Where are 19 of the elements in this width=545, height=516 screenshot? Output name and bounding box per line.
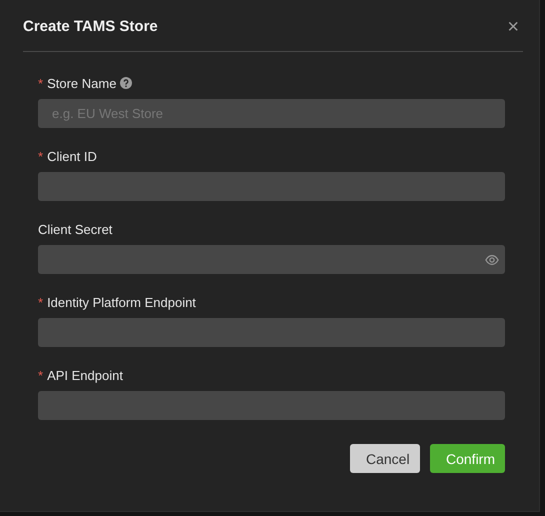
field-label: Client ID [47, 148, 97, 164]
field-label: API Endpoint [47, 368, 123, 382]
required-mark: * [38, 148, 44, 164]
input-field[interactable] [38, 172, 505, 201]
confirm-button[interactable]: Confirm [430, 444, 505, 473]
input-field[interactable] [38, 245, 505, 274]
eye-icon[interactable] [485, 252, 499, 266]
field-label: Identity Platform Endpoint [47, 294, 196, 310]
field-label: Store Name [47, 76, 116, 90]
dialog-title: Create TAMS Store [23, 18, 158, 35]
input-field[interactable] [38, 318, 505, 347]
cancel-button[interactable]: Cancel [350, 444, 420, 473]
help-icon[interactable] [120, 77, 132, 89]
required-mark: * [38, 294, 44, 310]
required-mark: * [38, 76, 44, 90]
field-label: Client Secret [38, 222, 112, 236]
required-mark: * [38, 368, 44, 382]
close-button[interactable]: × [503, 16, 523, 36]
input-field[interactable] [38, 391, 505, 420]
